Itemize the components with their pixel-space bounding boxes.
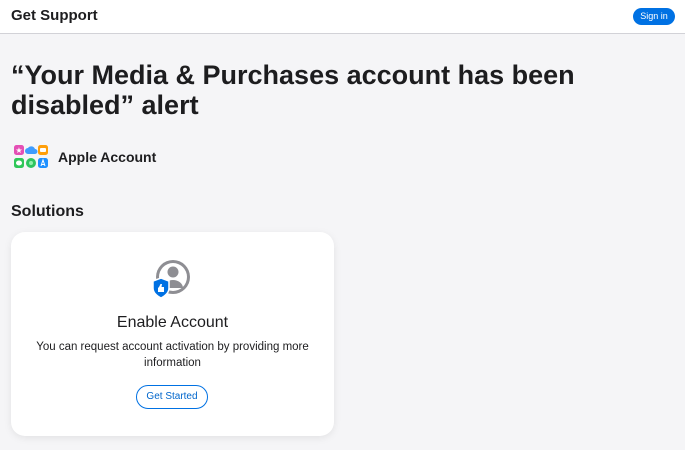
top-bar: Get Support Sign in — [0, 0, 685, 34]
sign-in-button[interactable]: Sign in — [633, 8, 675, 25]
account-shield-icon — [152, 260, 190, 299]
product-link[interactable]: ★ Apple Account — [13, 144, 156, 170]
apple-services-icon: ★ — [14, 145, 48, 168]
solutions-heading: Solutions — [11, 203, 84, 220]
page-title: “Your Media & Purchases account has been… — [11, 60, 575, 120]
card-description: You can request account activation by pr… — [36, 341, 309, 369]
get-started-button[interactable]: Get Started — [136, 385, 208, 409]
card-title: Enable Account — [116, 314, 229, 331]
solution-card: Enable Account You can request account a… — [11, 232, 334, 436]
product-label: Apple Account — [58, 149, 157, 165]
svg-text:★: ★ — [15, 146, 22, 155]
get-support-brand[interactable]: Get Support — [11, 7, 98, 24]
